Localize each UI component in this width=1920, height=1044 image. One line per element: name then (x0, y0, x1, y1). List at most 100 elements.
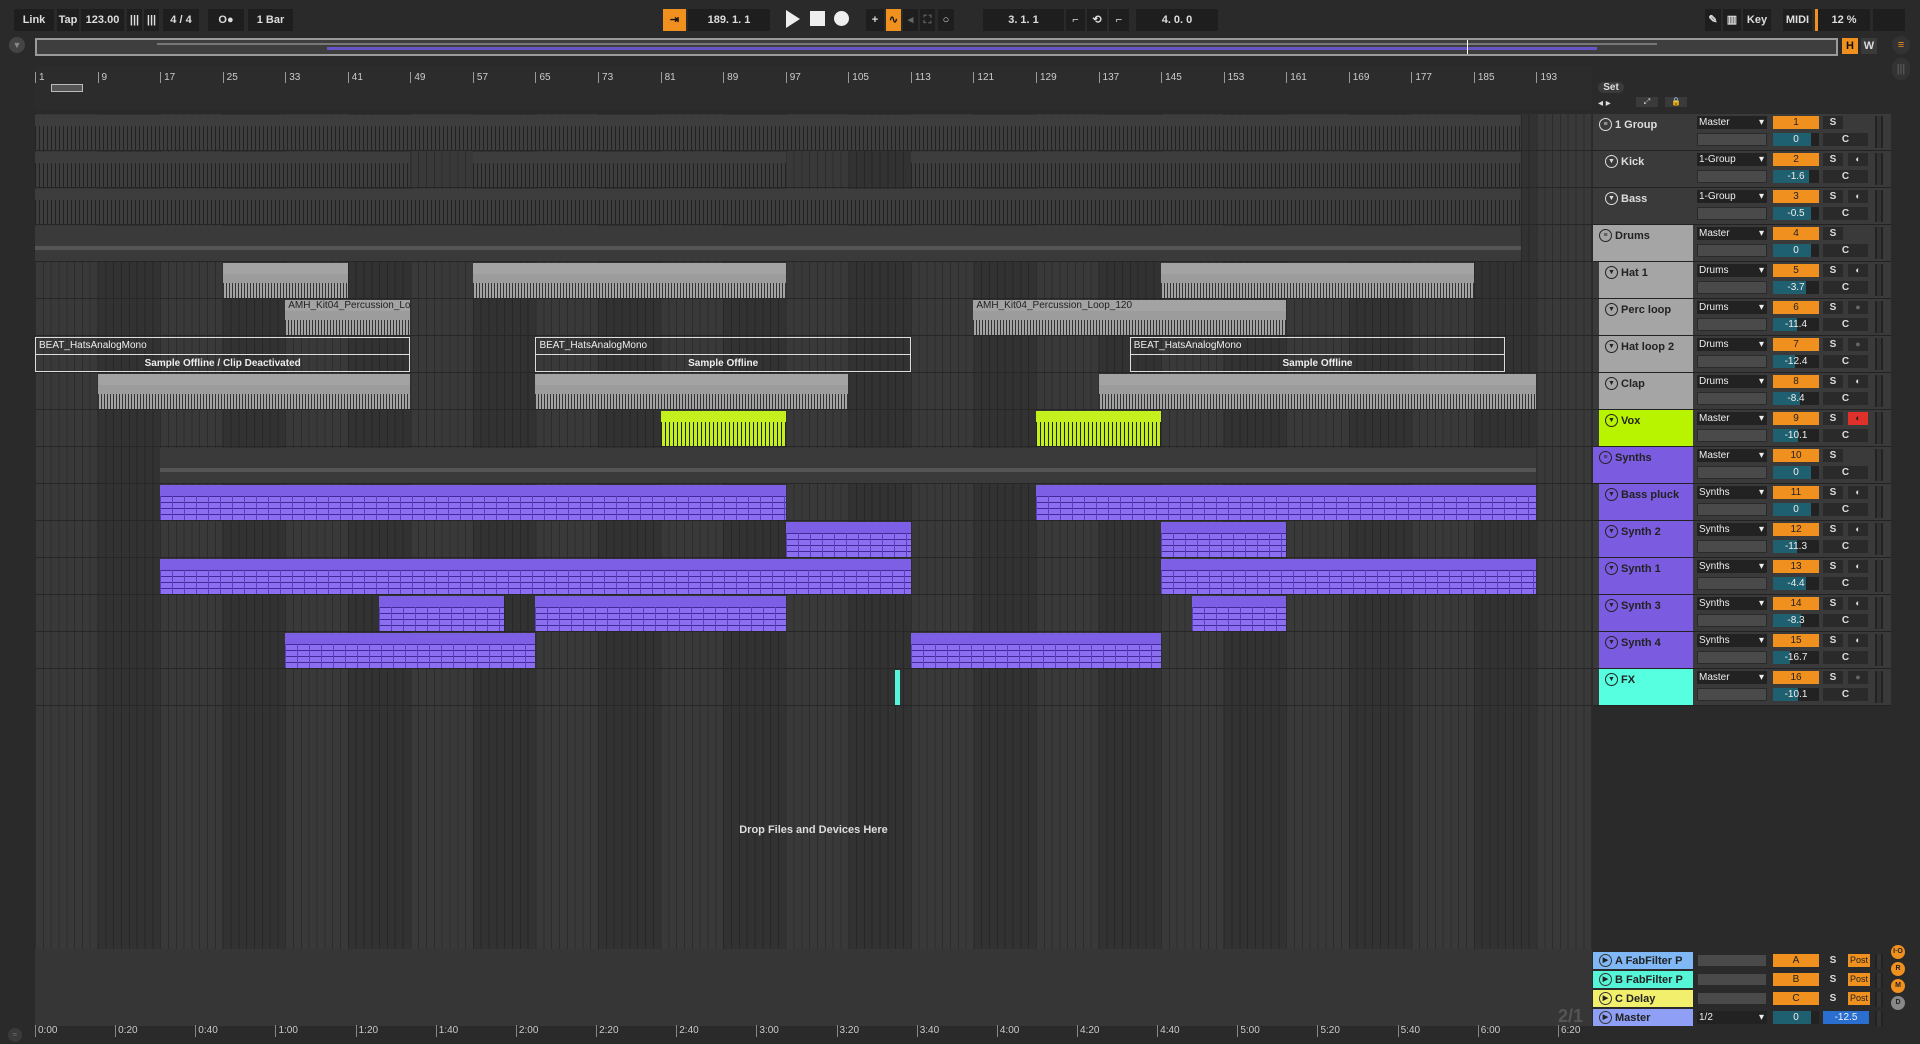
nudge-up-icon[interactable]: ||| (144, 9, 159, 31)
arm-record-button[interactable]: ◐ (1848, 264, 1868, 277)
crossfade-button[interactable]: C (1823, 466, 1868, 479)
arm-record-button[interactable]: ● (1848, 671, 1868, 684)
track-name[interactable]: ▼ FX (1599, 669, 1693, 705)
track-header[interactable]: ▼Hat loop 2 Drums 7 -12.4 S ● C (1593, 336, 1891, 373)
arm-record-button[interactable]: ◐ (1848, 560, 1868, 573)
side-toggle-button[interactable]: I·O (1891, 945, 1905, 959)
track-activator-button[interactable]: 6 (1773, 301, 1819, 314)
output-channel-dropdown[interactable] (1697, 133, 1767, 146)
track-name[interactable]: ≡ Synths (1593, 447, 1693, 483)
solo-button[interactable]: S (1823, 264, 1843, 277)
clip[interactable] (1035, 411, 1162, 446)
crossfade-button[interactable]: C (1823, 355, 1868, 368)
output-channel-dropdown[interactable] (1697, 355, 1767, 368)
clip[interactable] (472, 152, 786, 187)
bar-ruler[interactable]: 1 9 17 25 33 41 49 57 65 73 81 89 97 105 113 121 129 137 1… (35, 66, 1592, 110)
volume-field[interactable]: -11.3 (1773, 540, 1819, 553)
track-fold-icon[interactable]: ▼ (1605, 266, 1618, 279)
clip[interactable] (35, 189, 1521, 224)
tempo-field[interactable]: 123.00 (81, 9, 124, 31)
track-name[interactable]: ▼ Hat loop 2 (1599, 336, 1693, 372)
track-lane[interactable] (35, 447, 1592, 484)
track-fold-icon[interactable]: ▼ (1605, 525, 1618, 538)
crossfade-button[interactable]: C (1823, 577, 1868, 590)
solo-button[interactable]: S (1823, 597, 1843, 610)
automation-arm-icon[interactable]: ∿ (886, 9, 901, 31)
track-header[interactable]: ▼Synth 1 Synths 13 -4.4 S ◐ C (1593, 558, 1891, 595)
play-icon[interactable]: ▶ (1599, 1011, 1612, 1024)
track-lane[interactable] (35, 373, 1592, 410)
track-activator-button[interactable]: 14 (1773, 597, 1819, 610)
return-track-name[interactable]: ▶ C Delay (1593, 990, 1693, 1007)
output-routing-dropdown[interactable]: Drums (1697, 375, 1767, 388)
clip[interactable]: AMH_Kit04_Percussion_Loop_120 (285, 300, 411, 335)
track-header[interactable]: ▼Vox Master 9 -10.1 S ◐ C (1593, 410, 1891, 447)
track-header[interactable]: ▼Hat 1 Drums 5 -3.7 S ◐ C (1593, 262, 1891, 299)
clip[interactable] (910, 633, 1162, 668)
track-lane[interactable]: BEAT_HatsAnalogMono Sample Offline / Clip… (35, 336, 1592, 373)
return-activator-button[interactable]: C (1773, 992, 1819, 1005)
volume-field[interactable]: 0 (1773, 133, 1819, 146)
track-name[interactable]: ▼ Synth 3 (1599, 595, 1693, 631)
output-channel-dropdown[interactable] (1697, 207, 1767, 220)
fit-height-button[interactable]: H (1842, 38, 1858, 54)
keyboard-icon[interactable]: ▥ (1723, 9, 1741, 31)
volume-field[interactable]: 0 (1773, 503, 1819, 516)
master-volume-field[interactable]: 0 (1773, 1011, 1819, 1024)
track-lane[interactable] (35, 669, 1592, 706)
track-header[interactable]: ▼FX Master 16 -10.1 S ● C (1593, 669, 1891, 706)
track-activator-button[interactable]: 10 (1773, 449, 1819, 462)
output-channel-dropdown[interactable] (1697, 244, 1767, 257)
clip[interactable] (35, 115, 1521, 150)
solo-button[interactable]: S (1823, 671, 1843, 684)
track-name[interactable]: ▼ Hat 1 (1599, 262, 1693, 298)
track-header[interactable]: ▼Bass pluck Synths 11 0 S ◐ C (1593, 484, 1891, 521)
track-activator-button[interactable]: 16 (1773, 671, 1819, 684)
track-name[interactable]: ▼ Bass pluck (1599, 484, 1693, 520)
output-routing-dropdown[interactable]: Synths (1697, 560, 1767, 573)
volume-field[interactable]: -11.4 (1773, 318, 1819, 331)
track-fold-icon[interactable]: ▼ (1605, 192, 1618, 205)
track-lane[interactable] (35, 521, 1592, 558)
crossfade-button[interactable]: C (1823, 170, 1868, 183)
master-peak-field[interactable]: -12.5 (1823, 1011, 1869, 1024)
master-track-header[interactable]: ▶Master 1/2 0 -12.5 (1593, 1009, 1891, 1027)
track-header[interactable]: ▼Bass 1-Group 3 -0.5 S ◐ C (1593, 188, 1891, 225)
return-track-name[interactable]: ▶ A FabFilter P (1593, 952, 1693, 969)
pre-post-button[interactable]: Post (1848, 992, 1870, 1005)
follow-button[interactable]: ⇥ (663, 9, 686, 31)
arm-record-button[interactable]: ◐ (1848, 153, 1868, 166)
track-fold-icon[interactable]: ▼ (1605, 673, 1618, 686)
browser-toggle-icon[interactable]: ≡ (1892, 36, 1910, 54)
track-activator-button[interactable]: 13 (1773, 560, 1819, 573)
clip[interactable] (535, 374, 849, 409)
volume-field[interactable]: -3.7 (1773, 281, 1819, 294)
track-activator-button[interactable]: 8 (1773, 375, 1819, 388)
clip[interactable]: BEAT_HatsAnalogMono Sample Offline / Clip… (35, 337, 411, 372)
crossfade-button[interactable]: C (1823, 614, 1868, 627)
nudge-down-icon[interactable]: ||| (127, 9, 142, 31)
return-output-field[interactable] (1697, 954, 1767, 967)
volume-field[interactable]: 0 (1773, 244, 1819, 257)
track-activator-button[interactable]: 4 (1773, 227, 1819, 240)
output-routing-dropdown[interactable]: Drums (1697, 301, 1767, 314)
track-activator-button[interactable]: 7 (1773, 338, 1819, 351)
track-activator-button[interactable]: 1 (1773, 116, 1819, 129)
arm-record-button[interactable]: ◐ (1848, 486, 1868, 499)
track-fold-icon[interactable]: ▼ (1605, 599, 1618, 612)
output-channel-dropdown[interactable] (1697, 170, 1767, 183)
clip[interactable] (285, 633, 536, 668)
solo-button[interactable]: S (1823, 449, 1843, 462)
track-activator-button[interactable]: 12 (1773, 523, 1819, 536)
arm-record-button[interactable]: ◐ (1848, 190, 1868, 203)
loop-brace[interactable] (51, 84, 83, 92)
track-header[interactable]: ≡1 Group Master 1 0 SC (1593, 114, 1891, 151)
volume-field[interactable]: -4.4 (1773, 577, 1819, 590)
clip-view-toggle-icon[interactable]: ||| (1892, 58, 1910, 80)
time-signature-field[interactable]: 4 / 4 (163, 9, 199, 31)
output-channel-dropdown[interactable] (1697, 392, 1767, 405)
clip[interactable] (1098, 374, 1537, 409)
crossfade-button[interactable]: C (1823, 540, 1868, 553)
track-lane[interactable] (35, 188, 1592, 225)
output-routing-dropdown[interactable]: Synths (1697, 634, 1767, 647)
